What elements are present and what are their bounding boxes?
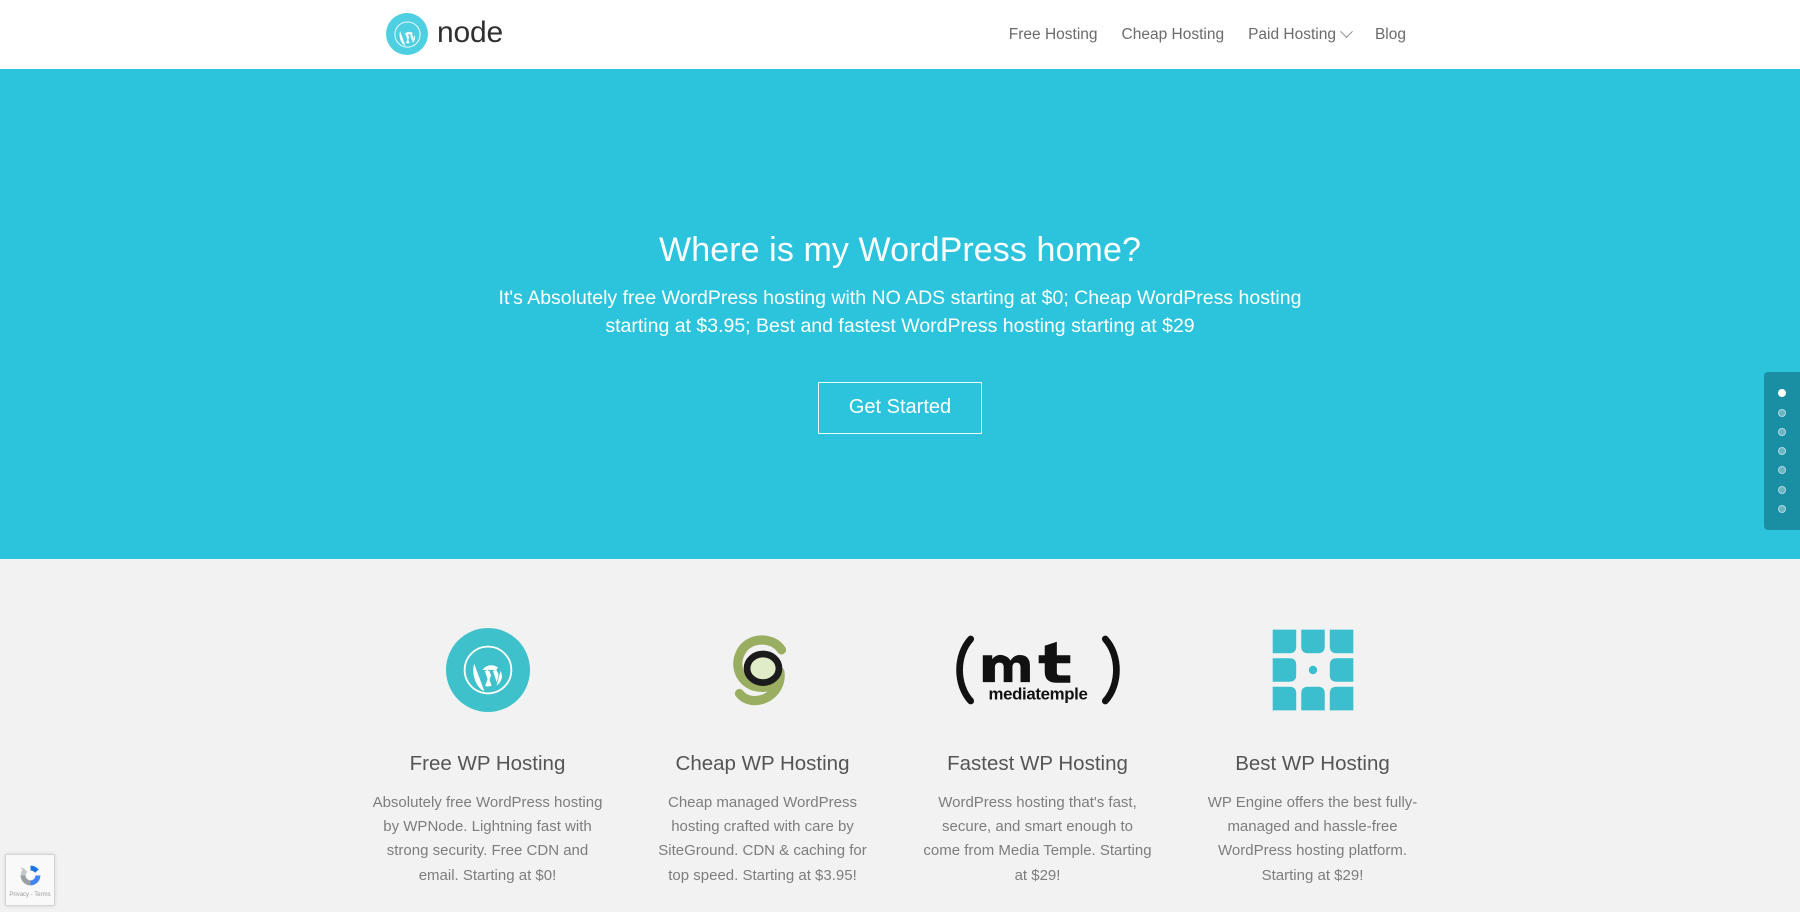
nav-label: Paid Hosting [1248,25,1336,43]
feature-description: Absolutely free WordPress hosting by WPN… [372,793,603,884]
nav-item-cheap-hosting[interactable]: Cheap Hosting [1110,27,1237,43]
page-root: node Free Hosting Cheap Hosting Paid Hos… [0,0,1800,912]
hero-section: Where is my WordPress home? It's Absolut… [0,69,1800,559]
wordpress-circle-logo-icon [445,628,530,712]
hero-subtitle: It's Absolutely free WordPress hosting w… [498,286,1302,337]
nav-label: Free Hosting [1008,25,1098,43]
feature-title: Free WP Hosting [409,752,566,775]
hero-title: Where is my WordPress home? [659,231,1141,269]
recaptcha-icon [19,865,40,886]
feature-description: Cheap managed WordPress hosting crafted … [658,793,867,884]
feature-card-free-wp-hosting: Free WP Hosting Absolutely free WordPres… [370,614,605,888]
feature-logo-wrap [1195,614,1430,726]
chevron-down-icon [1340,25,1353,39]
recaptcha-badge[interactable]: Privacy - Terms [5,854,55,906]
siteground-logo-icon [732,635,786,706]
hero-content: Where is my WordPress home? It's Absolut… [0,229,1800,435]
nav-label: Blog [1374,25,1406,43]
dot-nav-item-1[interactable] [1778,389,1786,398]
recaptcha-legal-text: Privacy - Terms [9,892,51,898]
dot-nav-item-2[interactable] [1778,408,1786,417]
nav-item-free-hosting[interactable]: Free Hosting [997,27,1110,43]
feature-title: Fastest WP Hosting [947,752,1128,775]
feature-logo-wrap [370,614,605,726]
brand-logo[interactable]: node [386,13,503,55]
nav-item-paid-hosting[interactable]: Paid Hosting [1236,25,1363,43]
feature-card-cheap-wp-hosting: Cheap WP Hosting Cheap managed WordPress… [645,614,880,888]
feature-description: WP Engine offers the best fully-managed … [1207,793,1418,884]
feature-logo-wrap: mediatemple [920,614,1155,726]
section-dot-nav[interactable] [1764,372,1800,530]
feature-logo-wrap [645,614,880,726]
svg-text:mediatemple: mediatemple [988,685,1087,704]
dot-nav-item-4[interactable] [1778,447,1786,455]
wpengine-logo-icon [1272,629,1353,711]
features-row: Free WP Hosting Absolutely free WordPres… [370,614,1430,888]
dot-nav-item-5[interactable] [1778,466,1786,475]
dot-nav-item-6[interactable] [1778,485,1786,494]
feature-description: WordPress hosting that's fast, secure, a… [923,793,1152,884]
dot-nav-item-7[interactable] [1778,504,1786,513]
main-nav: Free Hosting Cheap Hosting Paid Hosting … [997,0,1418,69]
wordpress-icon [386,13,428,55]
feature-title: Best WP Hosting [1235,752,1390,775]
features-section: Free WP Hosting Absolutely free WordPres… [0,559,1800,912]
feature-title: Cheap WP Hosting [675,752,850,775]
mediatemple-logo-icon: mediatemple [955,635,1120,705]
dot-nav-item-3[interactable] [1778,427,1786,436]
nav-item-blog[interactable]: Blog [1363,27,1418,43]
site-header: node Free Hosting Cheap Hosting Paid Hos… [0,0,1800,69]
brand-text: node [437,16,503,49]
nav-label: Cheap Hosting [1121,25,1225,43]
feature-card-best-wp-hosting: Best WP Hosting WP Engine offers the bes… [1195,614,1430,888]
feature-card-fastest-wp-hosting: mediatemple Fastest WP Hosting WordPress… [920,614,1155,888]
get-started-button[interactable]: Get Started [817,382,983,435]
